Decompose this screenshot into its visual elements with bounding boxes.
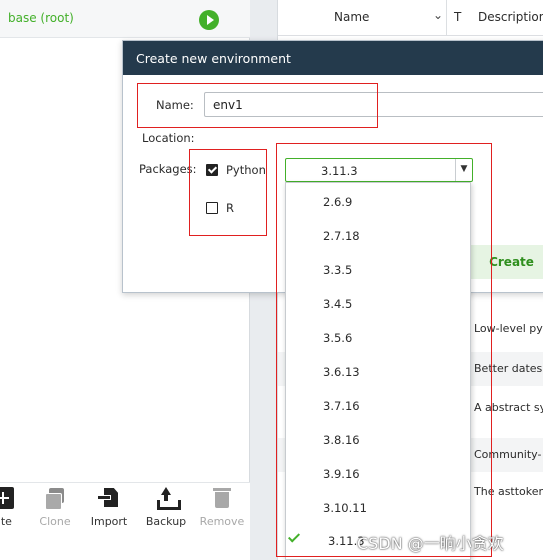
package-description: Low-level py [474, 322, 543, 335]
name-label: Name: [156, 98, 194, 112]
r-label: R [226, 201, 234, 215]
version-option[interactable]: 3.10.11 [286, 489, 470, 523]
version-option[interactable]: 2.6.9 [286, 183, 470, 217]
r-checkbox[interactable]: R [206, 201, 234, 215]
version-dropdown-list: 2.6.9 2.7.18 3.3.5 3.4.5 3.5.6 3.6.13 3.… [285, 182, 471, 560]
column-header-description[interactable]: Description [478, 10, 543, 24]
location-label: Location: [142, 131, 195, 145]
watermark: CSDN @一晌小贪欢 [357, 534, 504, 553]
version-option[interactable]: 3.6.13 [286, 353, 470, 387]
name-field[interactable] [204, 92, 543, 117]
plus-icon [0, 487, 14, 509]
package-description: A abstract sy [474, 401, 543, 414]
checkbox-unchecked-icon[interactable] [206, 202, 218, 214]
clone-label: Clone [39, 515, 71, 528]
play-icon[interactable] [199, 10, 219, 30]
environment-toolbar: ate Clone Import Backup Remove [0, 482, 250, 560]
column-header-type[interactable]: T [454, 10, 461, 24]
python-version-select[interactable]: 3.11.3 ▼ [285, 158, 473, 182]
backup-label: Backup [145, 515, 187, 528]
upload-icon [155, 487, 181, 510]
dialog-title: Create new environment [123, 41, 543, 75]
trash-icon [211, 487, 233, 509]
create-button[interactable]: ate [0, 487, 18, 528]
clone-button[interactable]: Clone [38, 487, 72, 528]
backup-button[interactable]: Backup [144, 487, 188, 528]
package-description: Better dates [474, 362, 543, 375]
chevron-down-icon[interactable]: ▼ [455, 159, 472, 181]
import-icon [98, 487, 120, 509]
version-option[interactable]: 3.5.6 [286, 319, 470, 353]
version-option[interactable]: 3.9.16 [286, 455, 470, 489]
selected-version: 3.11.3 [321, 164, 358, 178]
package-description: Community- [474, 448, 542, 461]
packages-label: Packages: [139, 162, 197, 176]
column-divider [446, 0, 447, 36]
import-label: Import [90, 515, 128, 528]
sort-chevron-icon[interactable]: ⌄ [433, 8, 443, 22]
create-label: ate [0, 515, 12, 528]
checkbox-checked-icon[interactable] [206, 164, 218, 176]
version-option[interactable]: 3.8.16 [286, 421, 470, 455]
version-option[interactable]: 3.7.16 [286, 387, 470, 421]
remove-label: Remove [199, 515, 245, 528]
environment-item-base[interactable]: base (root) [0, 0, 250, 38]
column-header-name[interactable]: Name [334, 10, 369, 24]
environment-name: base (root) [8, 11, 74, 25]
clone-icon [44, 487, 66, 510]
create-button[interactable]: Create [470, 245, 543, 279]
version-option[interactable]: 3.3.5 [286, 251, 470, 285]
remove-button[interactable]: Remove [197, 487, 247, 528]
import-button[interactable]: Import [88, 487, 130, 528]
python-label: Python [226, 163, 266, 177]
package-description: The asttoken [474, 485, 543, 498]
table-header: Name ⌄ T Description [278, 0, 543, 36]
checkmark-icon [287, 530, 301, 543]
version-option[interactable]: 3.4.5 [286, 285, 470, 319]
version-option[interactable]: 2.7.18 [286, 217, 470, 251]
python-checkbox[interactable]: Python [206, 163, 266, 177]
